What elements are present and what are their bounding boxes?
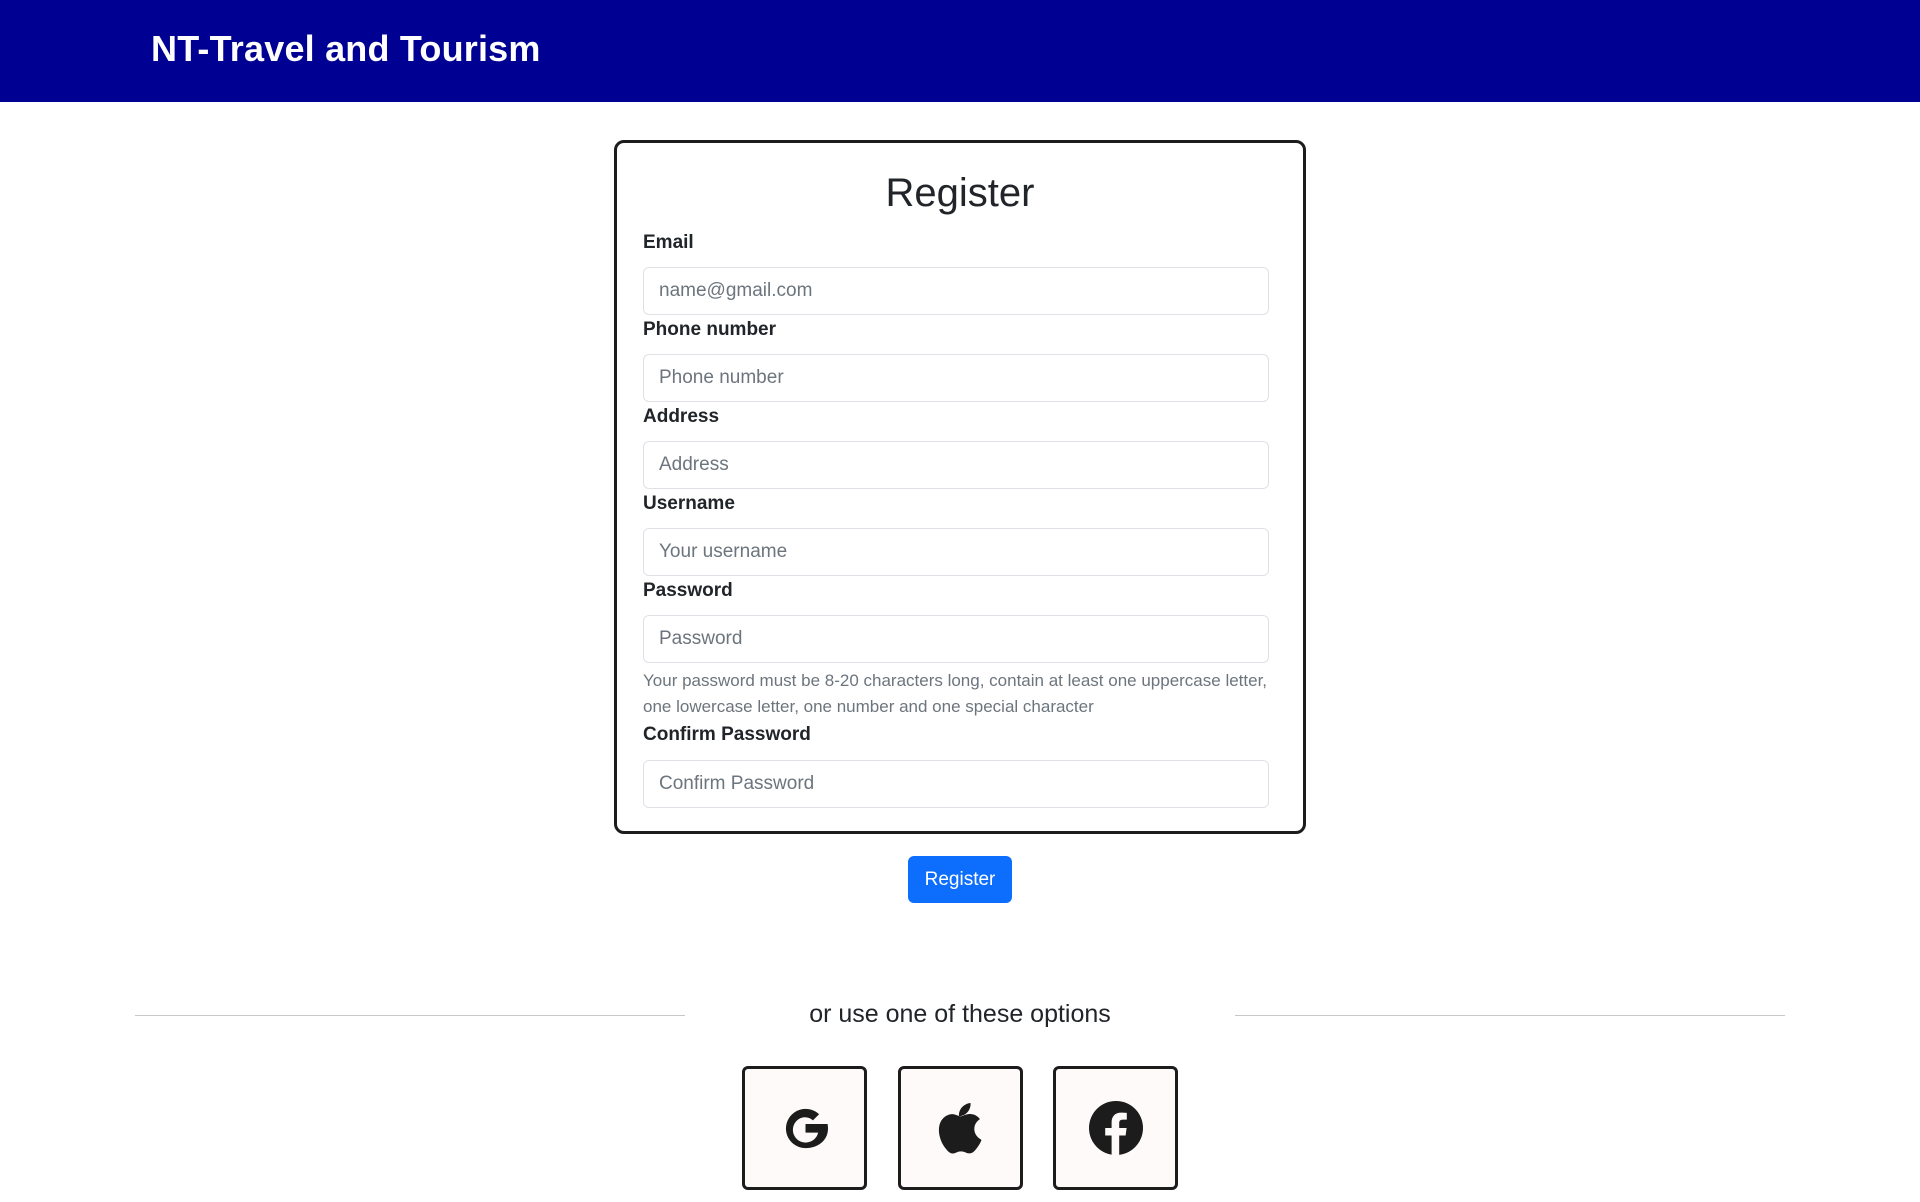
email-label: Email [643,232,694,253]
address-label: Address [643,406,720,427]
phone-label: Phone number [643,319,777,340]
site-brand[interactable]: NT-Travel and Tourism [151,28,541,70]
password-input[interactable] [643,615,1269,663]
form-title: Register [885,171,1035,215]
confirm-password-label: Confirm Password [643,724,811,745]
google-icon [785,1108,828,1149]
apple-icon [938,1103,981,1154]
facebook-login-button[interactable] [1053,1066,1178,1190]
divider-left [135,1015,685,1016]
apple-login-button[interactable] [898,1066,1023,1190]
register-button[interactable]: Register [908,856,1012,903]
facebook-icon [1088,1101,1143,1156]
username-input[interactable] [643,528,1269,576]
divider-right [1235,1015,1785,1016]
alternative-options-text: or use one of these options [809,1000,1111,1028]
password-label: Password [643,580,733,601]
email-input[interactable] [643,267,1269,315]
address-input[interactable] [643,441,1269,489]
phone-input[interactable] [643,354,1269,402]
password-hint: Your password must be 8-20 characters lo… [643,671,1268,716]
google-login-button[interactable] [742,1066,867,1190]
register-card: Register Email Phone number Address User… [614,140,1306,834]
top-navbar: NT-Travel and Tourism [0,0,1920,102]
confirm-password-input[interactable] [643,760,1269,808]
username-label: Username [643,493,735,514]
